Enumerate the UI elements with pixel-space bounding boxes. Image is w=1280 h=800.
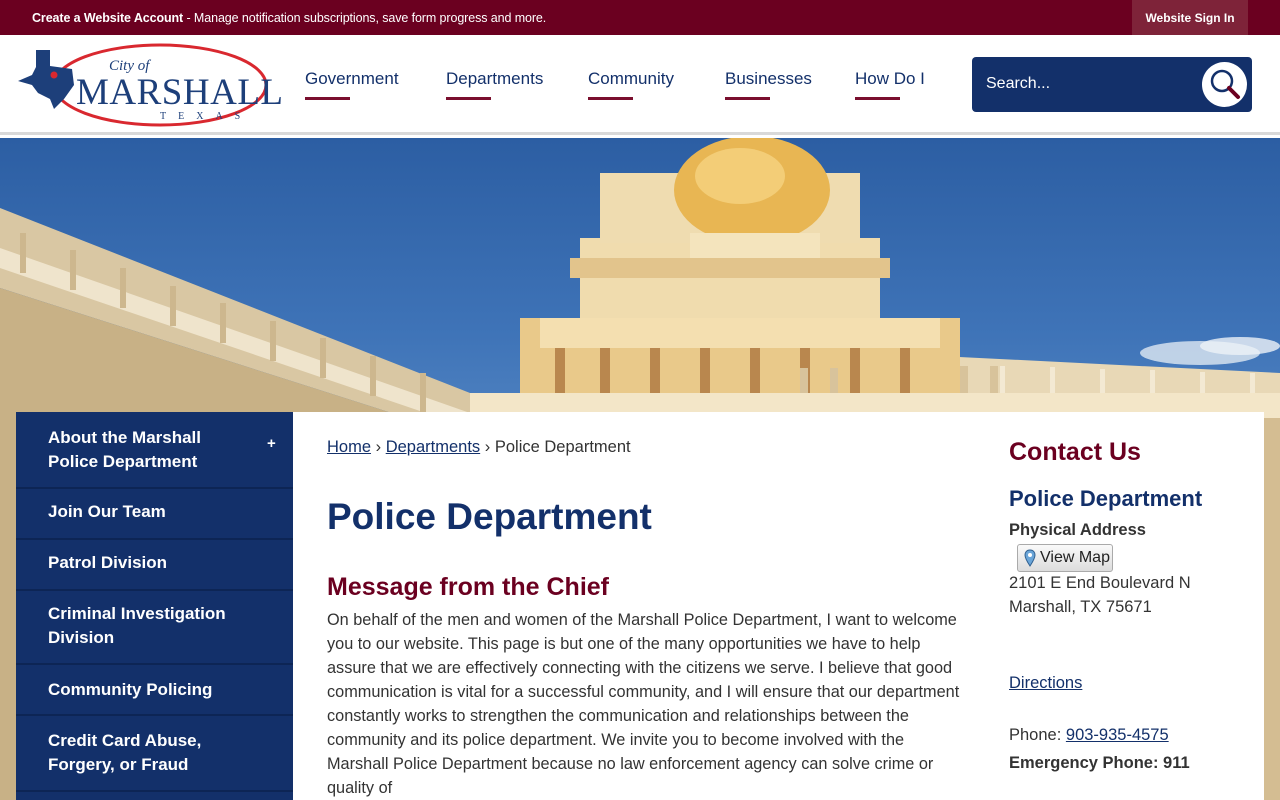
sidebar-item-label: Community Policing: [48, 680, 213, 699]
message-body: On behalf of the men and women of the Ma…: [327, 611, 960, 797]
phone-label: Phone:: [1009, 726, 1066, 744]
search-input[interactable]: [986, 65, 1166, 103]
nav-departments[interactable]: Departments: [446, 69, 543, 100]
notification-bar: Create a Website Account - Manage notifi…: [0, 0, 1280, 35]
map-pin-icon: [1024, 549, 1036, 567]
logo-state: TEXAS: [160, 111, 253, 122]
message-title: Message from the Chief: [327, 573, 610, 601]
breadcrumb-home[interactable]: Home: [327, 438, 371, 456]
sidebar-item-label: Credit Card Abuse, Forgery, or Fraud: [48, 731, 202, 774]
sidebar-item-label: Criminal Investigation Division: [48, 604, 226, 647]
logo-name: MARSHALL: [76, 72, 284, 113]
contact-title: Contact Us: [1009, 438, 1141, 466]
nav-community[interactable]: Community: [588, 69, 674, 100]
expand-plus-icon[interactable]: +: [267, 435, 276, 452]
address-line-1: 2101 E End Boulevard N: [1009, 574, 1191, 592]
search-icon: [1210, 69, 1240, 99]
phone-row: Phone: 903-935-4575: [1009, 726, 1169, 745]
search-button[interactable]: [1202, 62, 1247, 107]
emergency-phone: Emergency Phone: 911: [1009, 754, 1190, 772]
account-promo: Create a Website Account - Manage notifi…: [32, 11, 546, 25]
website-sign-in-button[interactable]: Website Sign In: [1132, 0, 1248, 35]
breadcrumb-separator: ›: [375, 438, 382, 456]
view-map-label: View Map: [1040, 549, 1110, 566]
nav-government[interactable]: Government: [305, 69, 399, 100]
main-content: Home › Departments › Police Department P…: [293, 412, 1264, 800]
search-box: [972, 57, 1252, 112]
sidebar-item-label: Patrol Division: [48, 553, 168, 572]
nav-how-do-i[interactable]: How Do I: [855, 69, 925, 100]
site-header: City of MARSHALL TEXAS Government Depart…: [0, 35, 1280, 135]
directions-link[interactable]: Directions: [1009, 674, 1082, 693]
breadcrumb-departments[interactable]: Departments: [386, 438, 480, 456]
address-line-2: Marshall, TX 75671: [1009, 598, 1152, 616]
phone-link[interactable]: 903-935-4575: [1066, 726, 1169, 744]
view-map-button[interactable]: View Map: [1017, 544, 1113, 572]
sidebar-item-community-policing[interactable]: Community Policing: [16, 665, 293, 716]
sidebar-item-credit-card-abuse[interactable]: Credit Card Abuse, Forgery, or Fraud: [16, 716, 293, 792]
physical-address-label: Physical Address: [1009, 521, 1146, 539]
sidebar-item-join-our-team[interactable]: Join Our Team: [16, 489, 293, 540]
city-logo[interactable]: City of MARSHALL TEXAS: [14, 41, 283, 129]
create-account-link[interactable]: Create a Website Account: [32, 11, 183, 25]
breadcrumb-separator: ›: [484, 438, 491, 456]
sidebar-item-label: Join Our Team: [48, 502, 166, 521]
sidebar-item-criminal-investigation[interactable]: Criminal Investigation Division: [16, 591, 293, 665]
contact-department-name: Police Department: [1009, 486, 1203, 511]
page-title: Police Department: [327, 496, 652, 537]
breadcrumb-current: Police Department: [494, 438, 631, 456]
sidebar-item-patrol-division[interactable]: Patrol Division: [16, 540, 293, 591]
nav-businesses[interactable]: Businesses: [725, 69, 812, 100]
account-promo-text: - Manage notification subscriptions, sav…: [183, 11, 547, 25]
breadcrumb: Home › Departments › Police Department: [327, 438, 631, 457]
sidebar-item-label: About the Marshall Police Department: [48, 428, 202, 471]
sidebar-item-about[interactable]: About the Marshall Police Department +: [16, 412, 293, 489]
sidebar-nav: About the Marshall Police Department + J…: [16, 412, 293, 800]
